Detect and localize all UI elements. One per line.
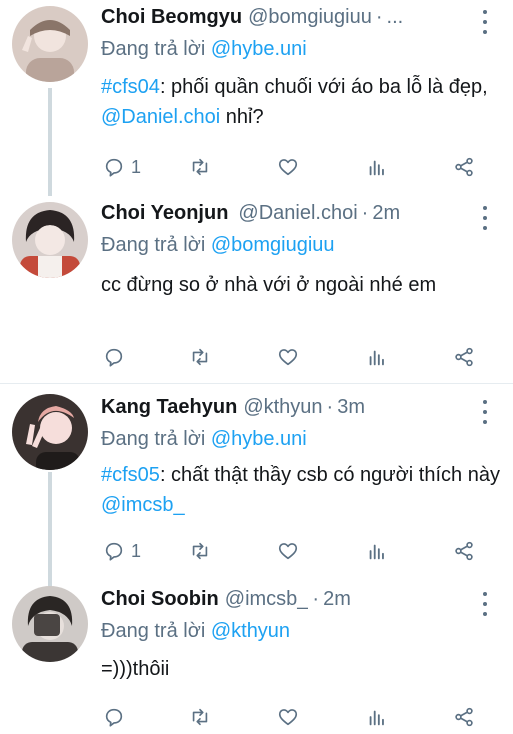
tweet-2[interactable]: Choi Yeonjun @Daniel.choi · 2m Đang trả … (0, 196, 513, 382)
separator-dot: · (326, 396, 334, 418)
hashtag-link[interactable]: #cfs05 (101, 464, 160, 486)
like-icon (278, 349, 298, 366)
like-icon (278, 543, 298, 560)
reply-button[interactable] (103, 702, 131, 732)
retweet-button[interactable] (189, 702, 211, 732)
more-icon[interactable] (475, 206, 495, 230)
timestamp[interactable]: ... (387, 6, 404, 29)
tweet-4[interactable]: Choi Soobin @imcsb_ · 2m Đang trả lời @k… (0, 586, 513, 734)
more-icon[interactable] (475, 10, 495, 34)
author-name[interactable]: Choi Yeonjun (101, 202, 228, 225)
replying-to-label: Đang trả lời (101, 38, 211, 60)
retweet-icon (192, 542, 208, 560)
replying-to: Đang trả lời @bomgiugiuu (101, 234, 501, 262)
tweet-text-suffix: nhỉ? (220, 106, 264, 128)
reply-icon (105, 158, 123, 177)
reply-to-mention[interactable]: @hybe.uni (211, 428, 307, 450)
author-handle[interactable]: @bomgiugiuu (248, 6, 372, 29)
analytics-button[interactable] (366, 152, 388, 182)
replying-to: Đang trả lời @hybe.uni (101, 38, 501, 66)
more-icon[interactable] (475, 400, 495, 424)
reply-button[interactable] (103, 342, 131, 372)
more-icon[interactable] (475, 592, 495, 616)
share-icon (455, 347, 473, 367)
replying-to: Đang trả lời @hybe.uni (101, 428, 501, 456)
like-button[interactable] (277, 702, 299, 732)
author-handle[interactable]: @imcsb_ (225, 588, 309, 611)
replying-to-label: Đang trả lời (101, 428, 211, 450)
share-button[interactable] (453, 152, 475, 182)
reply-to-mention[interactable]: @hybe.uni (211, 38, 307, 60)
reply-count: 1 (131, 156, 142, 177)
timestamp[interactable]: 3m (337, 396, 365, 419)
tweet-body: cc đừng so ở nhà với ở ngoài nhé em (101, 274, 437, 296)
author-handle[interactable]: @Daniel.choi (238, 202, 357, 225)
separator-dot: · (361, 202, 369, 224)
like-icon (278, 159, 298, 176)
retweet-icon (192, 348, 208, 366)
replying-to-label: Đang trả lời (101, 620, 211, 642)
mention-link[interactable]: @Daniel.choi (101, 106, 220, 128)
replying-to-label: Đang trả lời (101, 234, 211, 256)
tweet-text: : chất thật thầy csb có người thích này (159, 464, 500, 486)
reply-to-mention[interactable]: @bomgiugiuu (211, 234, 335, 256)
retweet-button[interactable] (189, 536, 211, 566)
analytics-icon (369, 160, 384, 176)
analytics-button[interactable] (366, 536, 388, 566)
author-name[interactable]: Choi Soobin (101, 588, 219, 611)
reply-icon (105, 542, 123, 561)
share-icon (455, 157, 473, 177)
timestamp[interactable]: 2m (323, 588, 351, 611)
divider (0, 383, 513, 384)
analytics-icon (369, 544, 384, 560)
reply-icon (105, 348, 123, 367)
like-button[interactable] (277, 152, 299, 182)
tweet-body: =)))thôii (101, 658, 170, 680)
hashtag-link[interactable]: #cfs04 (101, 76, 160, 98)
tweet-text: : phối quần chuối với áo ba lỗ là đẹp, (159, 76, 488, 98)
separator-dot: · (312, 588, 320, 610)
author-name[interactable]: Choi Beomgyu (101, 6, 242, 29)
mention-link[interactable]: @imcsb_ (101, 494, 185, 516)
retweet-button[interactable] (189, 152, 211, 182)
reply-icon (105, 708, 123, 727)
tweet-1[interactable]: Choi Beomgyu @bomgiugiuu · ... Đang trả … (0, 0, 513, 196)
share-icon (455, 541, 473, 561)
retweet-button[interactable] (189, 342, 211, 372)
retweet-icon (192, 708, 208, 726)
author-handle[interactable]: @kthyun (243, 396, 322, 419)
share-button[interactable] (453, 536, 475, 566)
share-button[interactable] (453, 702, 475, 732)
author-name[interactable]: Kang Taehyun (101, 396, 237, 419)
avatar[interactable] (12, 586, 88, 662)
like-icon (278, 709, 298, 726)
reply-button[interactable]: 1 (103, 152, 141, 182)
share-icon (455, 707, 473, 727)
analytics-icon (369, 710, 384, 726)
like-button[interactable] (277, 536, 299, 566)
share-button[interactable] (453, 342, 475, 372)
replying-to: Đang trả lời @kthyun (101, 620, 501, 648)
analytics-icon (369, 350, 384, 366)
avatar[interactable] (12, 6, 88, 82)
timestamp[interactable]: 2m (372, 202, 400, 225)
avatar[interactable] (12, 394, 88, 470)
tweet-3[interactable]: Kang Taehyun @kthyun · 3m Đang trả lời @… (0, 390, 513, 586)
like-button[interactable] (277, 342, 299, 372)
reply-button[interactable]: 1 (103, 536, 141, 566)
analytics-button[interactable] (366, 702, 388, 732)
reply-to-mention[interactable]: @kthyun (211, 620, 290, 642)
avatar[interactable] (12, 202, 88, 278)
reply-count: 1 (131, 540, 142, 561)
retweet-icon (192, 158, 208, 176)
separator-dot: · (375, 6, 383, 28)
tweet-body: #cfs04: phối quần chuối với áo ba lỗ là … (101, 72, 501, 132)
tweet-body: #cfs05: chất thật thầy csb có người thíc… (101, 460, 501, 520)
analytics-button[interactable] (366, 342, 388, 372)
